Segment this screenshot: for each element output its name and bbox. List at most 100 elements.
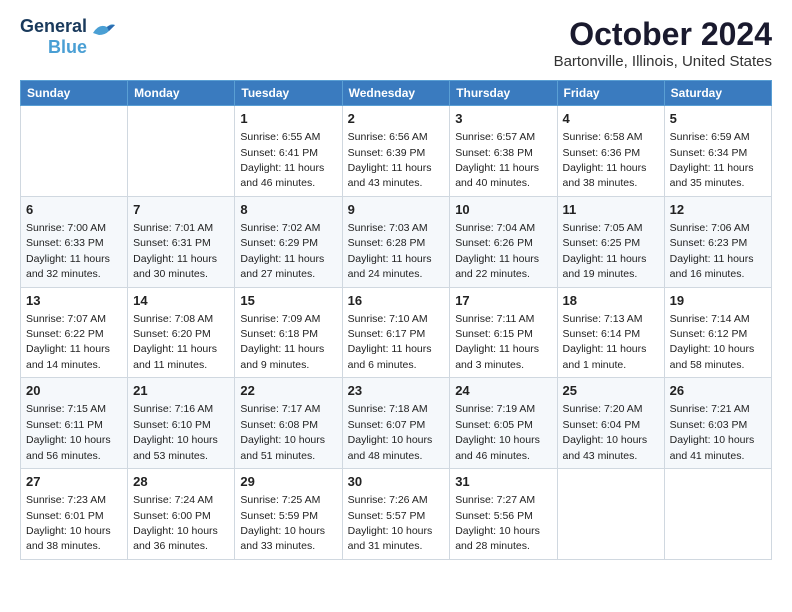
day-info: Sunrise: 7:26 AM Sunset: 5:57 PM Dayligh…: [348, 494, 433, 552]
day-cell: 19 Sunrise: 7:14 AM Sunset: 6:12 PM Dayli…: [664, 287, 771, 378]
day-cell: 25Sunrise: 7:20 AM Sunset: 6:04 PM Dayli…: [557, 378, 664, 469]
day-info: Sunrise: 7:14 AM Sunset: 6:12 PM Dayligh…: [670, 313, 755, 371]
day-cell: 14 Sunrise: 7:08 AM Sunset: 6:20 PM Dayli…: [128, 287, 235, 378]
day-info: Sunrise: 7:24 AM Sunset: 6:00 PM Dayligh…: [133, 494, 218, 552]
day-info: Sunrise: 7:07 AM Sunset: 6:22 PM Dayligh…: [26, 313, 110, 371]
day-info: Sunrise: 6:56 AM Sunset: 6:39 PM Dayligh…: [348, 131, 432, 189]
day-cell: 16 Sunrise: 7:10 AM Sunset: 6:17 PM Dayli…: [342, 287, 450, 378]
day-cell: 27 Sunrise: 7:23 AM Sunset: 6:01 PM Dayli…: [21, 469, 128, 560]
day-number: 27: [26, 473, 122, 491]
day-cell: 26 Sunrise: 7:21 AM Sunset: 6:03 PM Dayli…: [664, 378, 771, 469]
day-cell: 23Sunrise: 7:18 AM Sunset: 6:07 PM Dayli…: [342, 378, 450, 469]
page-title: October 2024: [554, 16, 772, 53]
day-info: Sunrise: 6:57 AM Sunset: 6:38 PM Dayligh…: [455, 131, 539, 189]
day-info: Sunrise: 7:25 AM Sunset: 5:59 PM Dayligh…: [240, 494, 325, 552]
logo-general: General: [20, 16, 87, 37]
day-info: Sunrise: 7:04 AM Sunset: 6:26 PM Dayligh…: [455, 222, 539, 280]
week-row-1: 1 Sunrise: 6:55 AM Sunset: 6:41 PM Daylig…: [21, 106, 772, 197]
day-number: 26: [670, 382, 766, 400]
day-number: 19: [670, 292, 766, 310]
day-number: 16: [348, 292, 445, 310]
day-info: Sunrise: 7:11 AM Sunset: 6:15 PM Dayligh…: [455, 313, 539, 371]
header: General Blue October 2024 Bartonville, I…: [20, 16, 772, 70]
day-number: 14: [133, 292, 229, 310]
day-info: Sunrise: 6:59 AM Sunset: 6:34 PM Dayligh…: [670, 131, 754, 189]
day-cell: 8 Sunrise: 7:02 AM Sunset: 6:29 PM Daylig…: [235, 196, 342, 287]
calendar-header: SundayMondayTuesdayWednesdayThursdayFrid…: [21, 81, 772, 106]
day-cell: 1 Sunrise: 6:55 AM Sunset: 6:41 PM Daylig…: [235, 106, 342, 197]
day-cell: [557, 469, 664, 560]
day-number: 3: [455, 110, 551, 128]
day-info: Sunrise: 7:03 AM Sunset: 6:28 PM Dayligh…: [348, 222, 432, 280]
day-info: Sunrise: 7:08 AM Sunset: 6:20 PM Dayligh…: [133, 313, 217, 371]
day-info: Sunrise: 7:16 AM Sunset: 6:10 PM Dayligh…: [133, 403, 218, 461]
day-number: 6: [26, 201, 122, 219]
day-info: Sunrise: 7:09 AM Sunset: 6:18 PM Dayligh…: [240, 313, 324, 371]
day-cell: 2Sunrise: 6:56 AM Sunset: 6:39 PM Daylig…: [342, 106, 450, 197]
day-cell: 18 Sunrise: 7:13 AM Sunset: 6:14 PM Dayli…: [557, 287, 664, 378]
day-cell: 30Sunrise: 7:26 AM Sunset: 5:57 PM Dayli…: [342, 469, 450, 560]
day-cell: 15Sunrise: 7:09 AM Sunset: 6:18 PM Dayli…: [235, 287, 342, 378]
day-cell: 6Sunrise: 7:00 AM Sunset: 6:33 PM Daylig…: [21, 196, 128, 287]
day-number: 10: [455, 201, 551, 219]
day-info: Sunrise: 7:13 AM Sunset: 6:14 PM Dayligh…: [563, 313, 647, 371]
day-info: Sunrise: 7:02 AM Sunset: 6:29 PM Dayligh…: [240, 222, 324, 280]
day-cell: [128, 106, 235, 197]
day-cell: 11Sunrise: 7:05 AM Sunset: 6:25 PM Dayli…: [557, 196, 664, 287]
logo-blue: Blue: [48, 37, 87, 58]
day-info: Sunrise: 7:21 AM Sunset: 6:03 PM Dayligh…: [670, 403, 755, 461]
header-cell-friday: Friday: [557, 81, 664, 106]
header-cell-thursday: Thursday: [450, 81, 557, 106]
day-number: 1: [240, 110, 336, 128]
day-info: Sunrise: 6:55 AM Sunset: 6:41 PM Dayligh…: [240, 131, 324, 189]
title-block: October 2024 Bartonville, Illinois, Unit…: [554, 16, 772, 70]
day-cell: 21Sunrise: 7:16 AM Sunset: 6:10 PM Dayli…: [128, 378, 235, 469]
day-cell: 28 Sunrise: 7:24 AM Sunset: 6:00 PM Dayli…: [128, 469, 235, 560]
day-info: Sunrise: 7:19 AM Sunset: 6:05 PM Dayligh…: [455, 403, 540, 461]
logo-bird-icon: [91, 21, 117, 48]
day-number: 13: [26, 292, 122, 310]
day-cell: 3 Sunrise: 6:57 AM Sunset: 6:38 PM Daylig…: [450, 106, 557, 197]
day-cell: [664, 469, 771, 560]
day-info: Sunrise: 7:17 AM Sunset: 6:08 PM Dayligh…: [240, 403, 325, 461]
day-number: 24: [455, 382, 551, 400]
day-number: 4: [563, 110, 659, 128]
day-cell: 31 Sunrise: 7:27 AM Sunset: 5:56 PM Dayli…: [450, 469, 557, 560]
day-number: 17: [455, 292, 551, 310]
day-info: Sunrise: 7:18 AM Sunset: 6:07 PM Dayligh…: [348, 403, 433, 461]
page-subtitle: Bartonville, Illinois, United States: [554, 53, 772, 70]
day-number: 29: [240, 473, 336, 491]
day-number: 28: [133, 473, 229, 491]
day-number: 12: [670, 201, 766, 219]
day-cell: 7Sunrise: 7:01 AM Sunset: 6:31 PM Daylig…: [128, 196, 235, 287]
header-cell-tuesday: Tuesday: [235, 81, 342, 106]
header-cell-saturday: Saturday: [664, 81, 771, 106]
day-number: 18: [563, 292, 659, 310]
day-cell: 29 Sunrise: 7:25 AM Sunset: 5:59 PM Dayli…: [235, 469, 342, 560]
day-cell: 20Sunrise: 7:15 AM Sunset: 6:11 PM Dayli…: [21, 378, 128, 469]
week-row-4: 20Sunrise: 7:15 AM Sunset: 6:11 PM Dayli…: [21, 378, 772, 469]
day-number: 7: [133, 201, 229, 219]
header-cell-wednesday: Wednesday: [342, 81, 450, 106]
header-row: SundayMondayTuesdayWednesdayThursdayFrid…: [21, 81, 772, 106]
day-info: Sunrise: 7:15 AM Sunset: 6:11 PM Dayligh…: [26, 403, 111, 461]
day-number: 5: [670, 110, 766, 128]
header-cell-sunday: Sunday: [21, 81, 128, 106]
header-cell-monday: Monday: [128, 81, 235, 106]
day-info: Sunrise: 7:27 AM Sunset: 5:56 PM Dayligh…: [455, 494, 540, 552]
day-cell: 24 Sunrise: 7:19 AM Sunset: 6:05 PM Dayli…: [450, 378, 557, 469]
logo: General Blue: [20, 16, 117, 57]
day-info: Sunrise: 7:10 AM Sunset: 6:17 PM Dayligh…: [348, 313, 432, 371]
day-number: 9: [348, 201, 445, 219]
day-cell: 12Sunrise: 7:06 AM Sunset: 6:23 PM Dayli…: [664, 196, 771, 287]
day-cell: 4Sunrise: 6:58 AM Sunset: 6:36 PM Daylig…: [557, 106, 664, 197]
day-info: Sunrise: 7:20 AM Sunset: 6:04 PM Dayligh…: [563, 403, 648, 461]
day-number: 8: [240, 201, 336, 219]
day-cell: 13 Sunrise: 7:07 AM Sunset: 6:22 PM Dayli…: [21, 287, 128, 378]
calendar-body: 1 Sunrise: 6:55 AM Sunset: 6:41 PM Daylig…: [21, 106, 772, 560]
day-number: 31: [455, 473, 551, 491]
day-info: Sunrise: 7:23 AM Sunset: 6:01 PM Dayligh…: [26, 494, 111, 552]
week-row-2: 6Sunrise: 7:00 AM Sunset: 6:33 PM Daylig…: [21, 196, 772, 287]
day-number: 22: [240, 382, 336, 400]
page: General Blue October 2024 Bartonville, I…: [0, 0, 792, 612]
